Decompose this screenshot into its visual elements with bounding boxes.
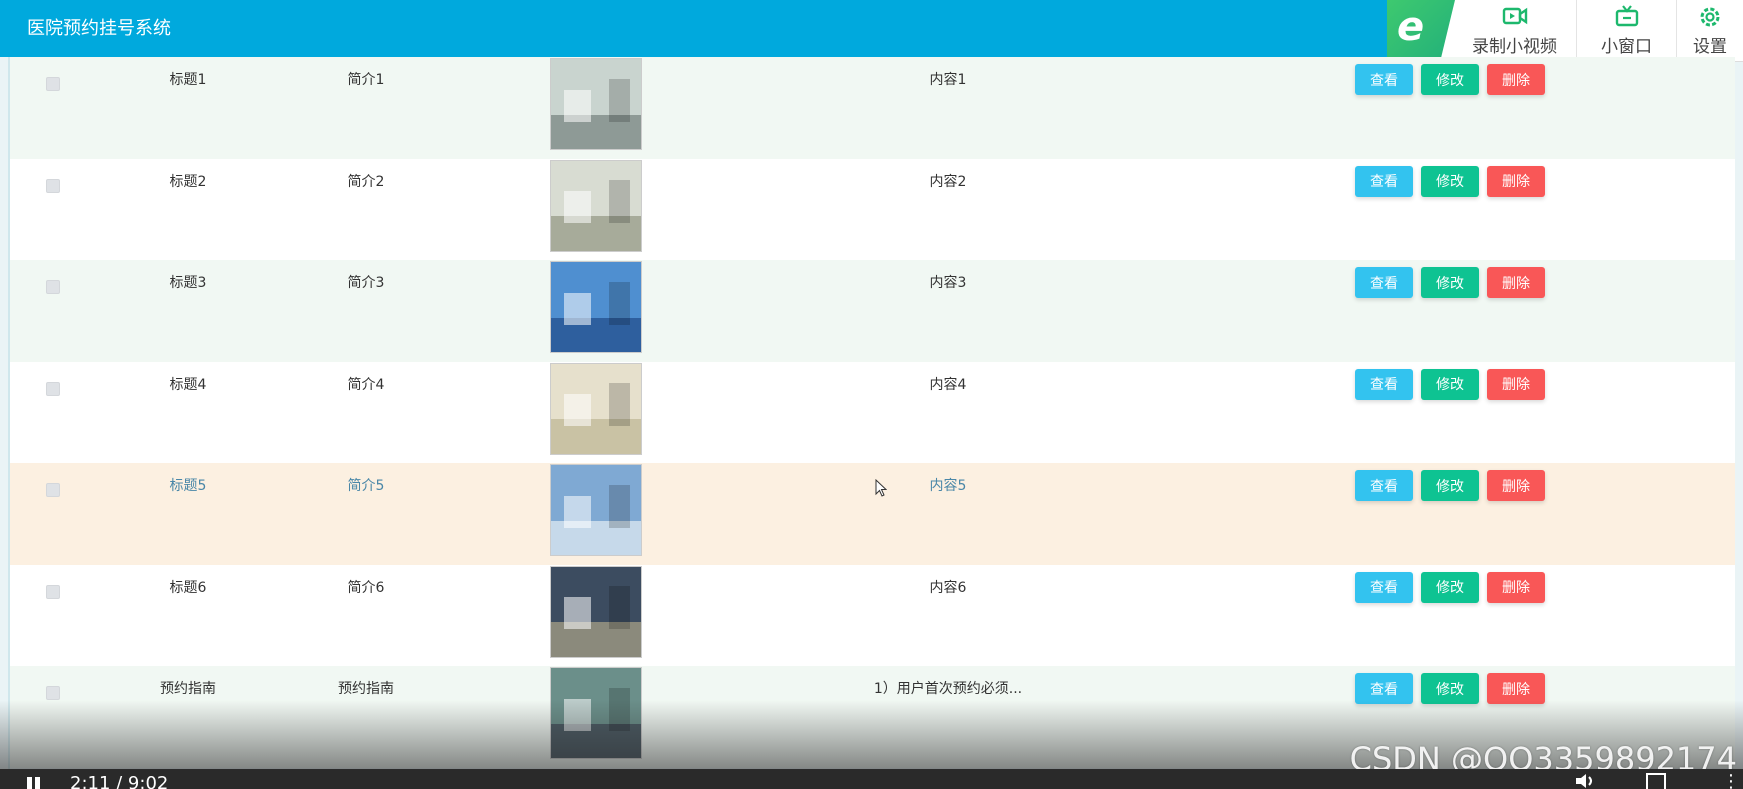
record-video-button[interactable]: 录制小视频 xyxy=(1453,0,1576,62)
pause-icon[interactable] xyxy=(24,777,42,789)
view-button[interactable]: 查看 xyxy=(1355,165,1413,197)
row-content: 内容1 xyxy=(929,72,967,88)
row-checkbox[interactable] xyxy=(46,178,60,193)
mini-window-button[interactable]: 小窗口 xyxy=(1576,0,1676,62)
table-row[interactable]: 标题5 简介5 内容5 查看 修改 删除 xyxy=(10,463,1735,565)
table-row[interactable]: 标题4 简介4 内容4 查看 修改 删除 xyxy=(10,361,1735,463)
news-table: 标题1 简介1 内容1 查看 修改 删除 标题2 简介2 内容2 查看 修改 删除 标题3 简介3 内容3 查… xyxy=(8,57,1735,769)
view-button[interactable]: 查看 xyxy=(1355,64,1413,95)
edit-button[interactable]: 修改 xyxy=(1421,470,1479,501)
delete-button[interactable]: 删除 xyxy=(1487,470,1545,501)
row-brief: 简介5 xyxy=(347,478,385,494)
mouse-cursor-icon xyxy=(875,479,887,497)
row-title: 标题5 xyxy=(169,478,207,494)
edit-button[interactable]: 修改 xyxy=(1421,165,1479,197)
row-image xyxy=(550,667,642,759)
delete-button[interactable]: 删除 xyxy=(1487,165,1545,197)
delete-button[interactable]: 删除 xyxy=(1487,673,1545,704)
tv-icon xyxy=(1615,5,1638,27)
row-checkbox[interactable] xyxy=(46,280,60,294)
delete-button[interactable]: 删除 xyxy=(1487,64,1545,95)
row-checkbox[interactable] xyxy=(46,686,60,700)
playback-time: 2:11 / 9:02 xyxy=(70,773,169,789)
view-button[interactable]: 查看 xyxy=(1355,267,1413,298)
view-button[interactable]: 查看 xyxy=(1355,571,1413,603)
row-content: 内容6 xyxy=(929,579,967,596)
row-brief: 简介1 xyxy=(347,72,385,88)
fullscreen-icon[interactable] xyxy=(1646,773,1666,789)
edit-button[interactable]: 修改 xyxy=(1421,673,1479,704)
delete-button[interactable]: 删除 xyxy=(1487,368,1545,400)
delete-button[interactable]: 删除 xyxy=(1487,267,1545,298)
row-title: 标题6 xyxy=(169,579,207,596)
record-video-label: 录制小视频 xyxy=(1472,37,1557,57)
row-checkbox[interactable] xyxy=(46,77,60,91)
delete-button[interactable]: 删除 xyxy=(1487,571,1545,603)
view-button[interactable]: 查看 xyxy=(1355,673,1413,704)
row-brief: 简介3 xyxy=(347,275,385,291)
row-image xyxy=(550,261,642,353)
video-camera-icon xyxy=(1502,7,1527,25)
more-options-icon[interactable]: ⋮ xyxy=(1722,771,1740,789)
table-row[interactable]: 标题2 简介2 内容2 查看 修改 删除 xyxy=(10,158,1735,260)
row-checkbox[interactable] xyxy=(46,483,60,497)
row-title: 标题2 xyxy=(169,173,207,190)
row-image xyxy=(550,464,642,556)
edit-button[interactable]: 修改 xyxy=(1421,267,1479,298)
video-player-bar: 2:11 / 9:02 ⋮ xyxy=(0,769,1743,789)
browser-e-icon: e xyxy=(1387,0,1455,62)
row-brief: 简介6 xyxy=(347,579,385,596)
row-image xyxy=(550,565,642,658)
settings-button[interactable]: 设置 xyxy=(1676,0,1743,62)
row-title: 标题4 xyxy=(169,376,207,393)
row-content: 内容3 xyxy=(929,275,967,291)
table-row[interactable]: 标题3 简介3 内容3 查看 修改 删除 xyxy=(10,260,1735,362)
row-image xyxy=(550,362,642,455)
row-content: 内容4 xyxy=(929,376,967,393)
row-title: 标题1 xyxy=(169,72,207,88)
table-row[interactable]: 标题6 简介6 内容6 查看 修改 删除 xyxy=(10,564,1735,666)
row-checkbox[interactable] xyxy=(46,381,60,396)
edit-button[interactable]: 修改 xyxy=(1421,64,1479,95)
row-brief: 预约指南 xyxy=(338,681,394,697)
table-row[interactable]: 标题1 简介1 内容1 查看 修改 删除 xyxy=(10,57,1735,159)
mini-window-label: 小窗口 xyxy=(1601,37,1652,57)
edit-button[interactable]: 修改 xyxy=(1421,571,1479,603)
edit-button[interactable]: 修改 xyxy=(1421,368,1479,400)
row-title: 标题3 xyxy=(169,275,207,291)
row-brief: 简介2 xyxy=(347,173,385,190)
row-checkbox[interactable] xyxy=(46,584,60,599)
row-brief: 简介4 xyxy=(347,376,385,393)
row-image xyxy=(550,159,642,252)
row-image xyxy=(550,58,642,150)
settings-label: 设置 xyxy=(1693,37,1727,57)
row-content: 内容5 xyxy=(929,478,967,494)
view-button[interactable]: 查看 xyxy=(1355,470,1413,501)
row-content: 1）用户首次预约必须... xyxy=(873,681,1023,697)
browser-video-toolbar: e 录制小视频 小窗口 设置 xyxy=(1387,0,1743,62)
row-content: 内容2 xyxy=(929,173,967,190)
view-button[interactable]: 查看 xyxy=(1355,368,1413,400)
app-title: 医院预约挂号系统 xyxy=(27,18,171,39)
volume-icon[interactable] xyxy=(1574,773,1598,789)
row-title: 预约指南 xyxy=(160,681,216,697)
gear-icon xyxy=(1700,7,1720,27)
